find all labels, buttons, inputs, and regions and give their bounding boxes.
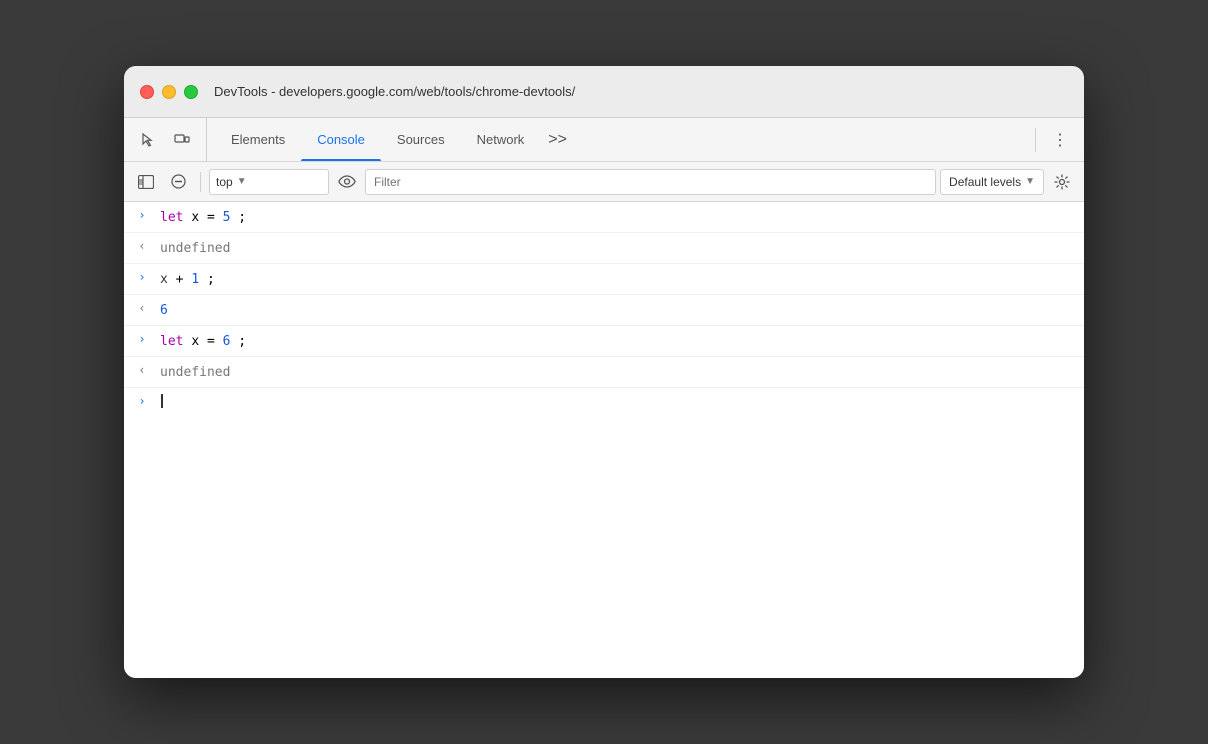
settings-button[interactable] <box>1048 168 1076 196</box>
number-literal: 5 <box>223 210 231 225</box>
result-value: 6 <box>160 303 168 318</box>
traffic-lights <box>140 85 198 99</box>
tab-network[interactable]: Network <box>461 118 541 161</box>
text-cursor <box>161 394 163 408</box>
entry-input-arrow: › <box>124 268 160 284</box>
undefined-value: undefined <box>160 365 230 380</box>
window-content: Elements Console Sources Network >> <box>124 118 1084 678</box>
devtools-window: DevTools - developers.google.com/web/too… <box>124 66 1084 678</box>
tab-right-actions: ⋮ <box>1031 118 1076 161</box>
number-literal: 6 <box>223 334 231 349</box>
console-toolbar: top ▼ Default levels ▼ <box>124 162 1084 202</box>
number-literal: 1 <box>191 272 199 287</box>
title-bar: DevTools - developers.google.com/web/too… <box>124 66 1084 118</box>
devtools-menu-button[interactable]: ⋮ <box>1044 124 1076 156</box>
context-select-arrow: ▼ <box>237 176 247 187</box>
console-entry-3-result: ‹ undefined <box>124 357 1084 388</box>
tab-toolbar-icons <box>132 118 207 161</box>
undefined-value: undefined <box>160 241 230 256</box>
close-button[interactable] <box>140 85 154 99</box>
entry-content: x + 1 ; <box>160 268 1076 290</box>
entry-content: let x = 6 ; <box>160 330 1076 352</box>
console-entry-1-result: ‹ undefined <box>124 233 1084 264</box>
live-expressions-button[interactable] <box>333 168 361 196</box>
javascript-context-select[interactable]: top ▼ <box>209 169 329 195</box>
entry-output-arrow: ‹ <box>124 237 160 253</box>
keyword: let <box>160 334 183 349</box>
entry-input-arrow: › <box>124 206 160 222</box>
tab-sources[interactable]: Sources <box>381 118 461 161</box>
show-console-sidebar-button[interactable] <box>132 168 160 196</box>
console-entry-2-input: › x + 1 ; <box>124 264 1084 295</box>
inspect-element-icon[interactable] <box>132 124 164 156</box>
console-entry-3-input: › let x = 6 ; <box>124 326 1084 357</box>
variable-name: x <box>160 272 168 287</box>
tab-console[interactable]: Console <box>301 118 381 161</box>
device-toolbar-icon[interactable] <box>166 124 198 156</box>
entry-content: let x = 5 ; <box>160 206 1076 228</box>
log-level-select[interactable]: Default levels ▼ <box>940 169 1044 195</box>
minimize-button[interactable] <box>162 85 176 99</box>
entry-result: 6 <box>160 299 1076 321</box>
entry-result: undefined <box>160 237 1076 259</box>
console-entry-1-input: › let x = 5 ; <box>124 202 1084 233</box>
tab-elements[interactable]: Elements <box>215 118 301 161</box>
tabs-bar: Elements Console Sources Network >> <box>124 118 1084 162</box>
clear-console-button[interactable] <box>164 168 192 196</box>
entry-input-arrow: › <box>124 330 160 346</box>
console-entry-2-result: ‹ 6 <box>124 295 1084 326</box>
more-tabs-button[interactable]: >> <box>540 118 575 161</box>
console-input-area[interactable] <box>160 392 1076 408</box>
filter-input[interactable] <box>365 169 936 195</box>
tabs: Elements Console Sources Network >> <box>215 118 1031 161</box>
console-input-line[interactable]: › <box>124 388 1084 416</box>
entry-output-arrow: ‹ <box>124 299 160 315</box>
maximize-button[interactable] <box>184 85 198 99</box>
console-output[interactable]: › let x = 5 ; ‹ undefined › x <box>124 202 1084 678</box>
levels-arrow: ▼ <box>1025 176 1035 187</box>
toolbar-divider-1 <box>200 172 201 192</box>
console-prompt-arrow: › <box>124 392 160 408</box>
entry-output-arrow: ‹ <box>124 361 160 377</box>
window-title: DevTools - developers.google.com/web/too… <box>214 84 575 99</box>
tab-divider <box>1035 128 1036 152</box>
entry-result: undefined <box>160 361 1076 383</box>
keyword: let <box>160 210 183 225</box>
